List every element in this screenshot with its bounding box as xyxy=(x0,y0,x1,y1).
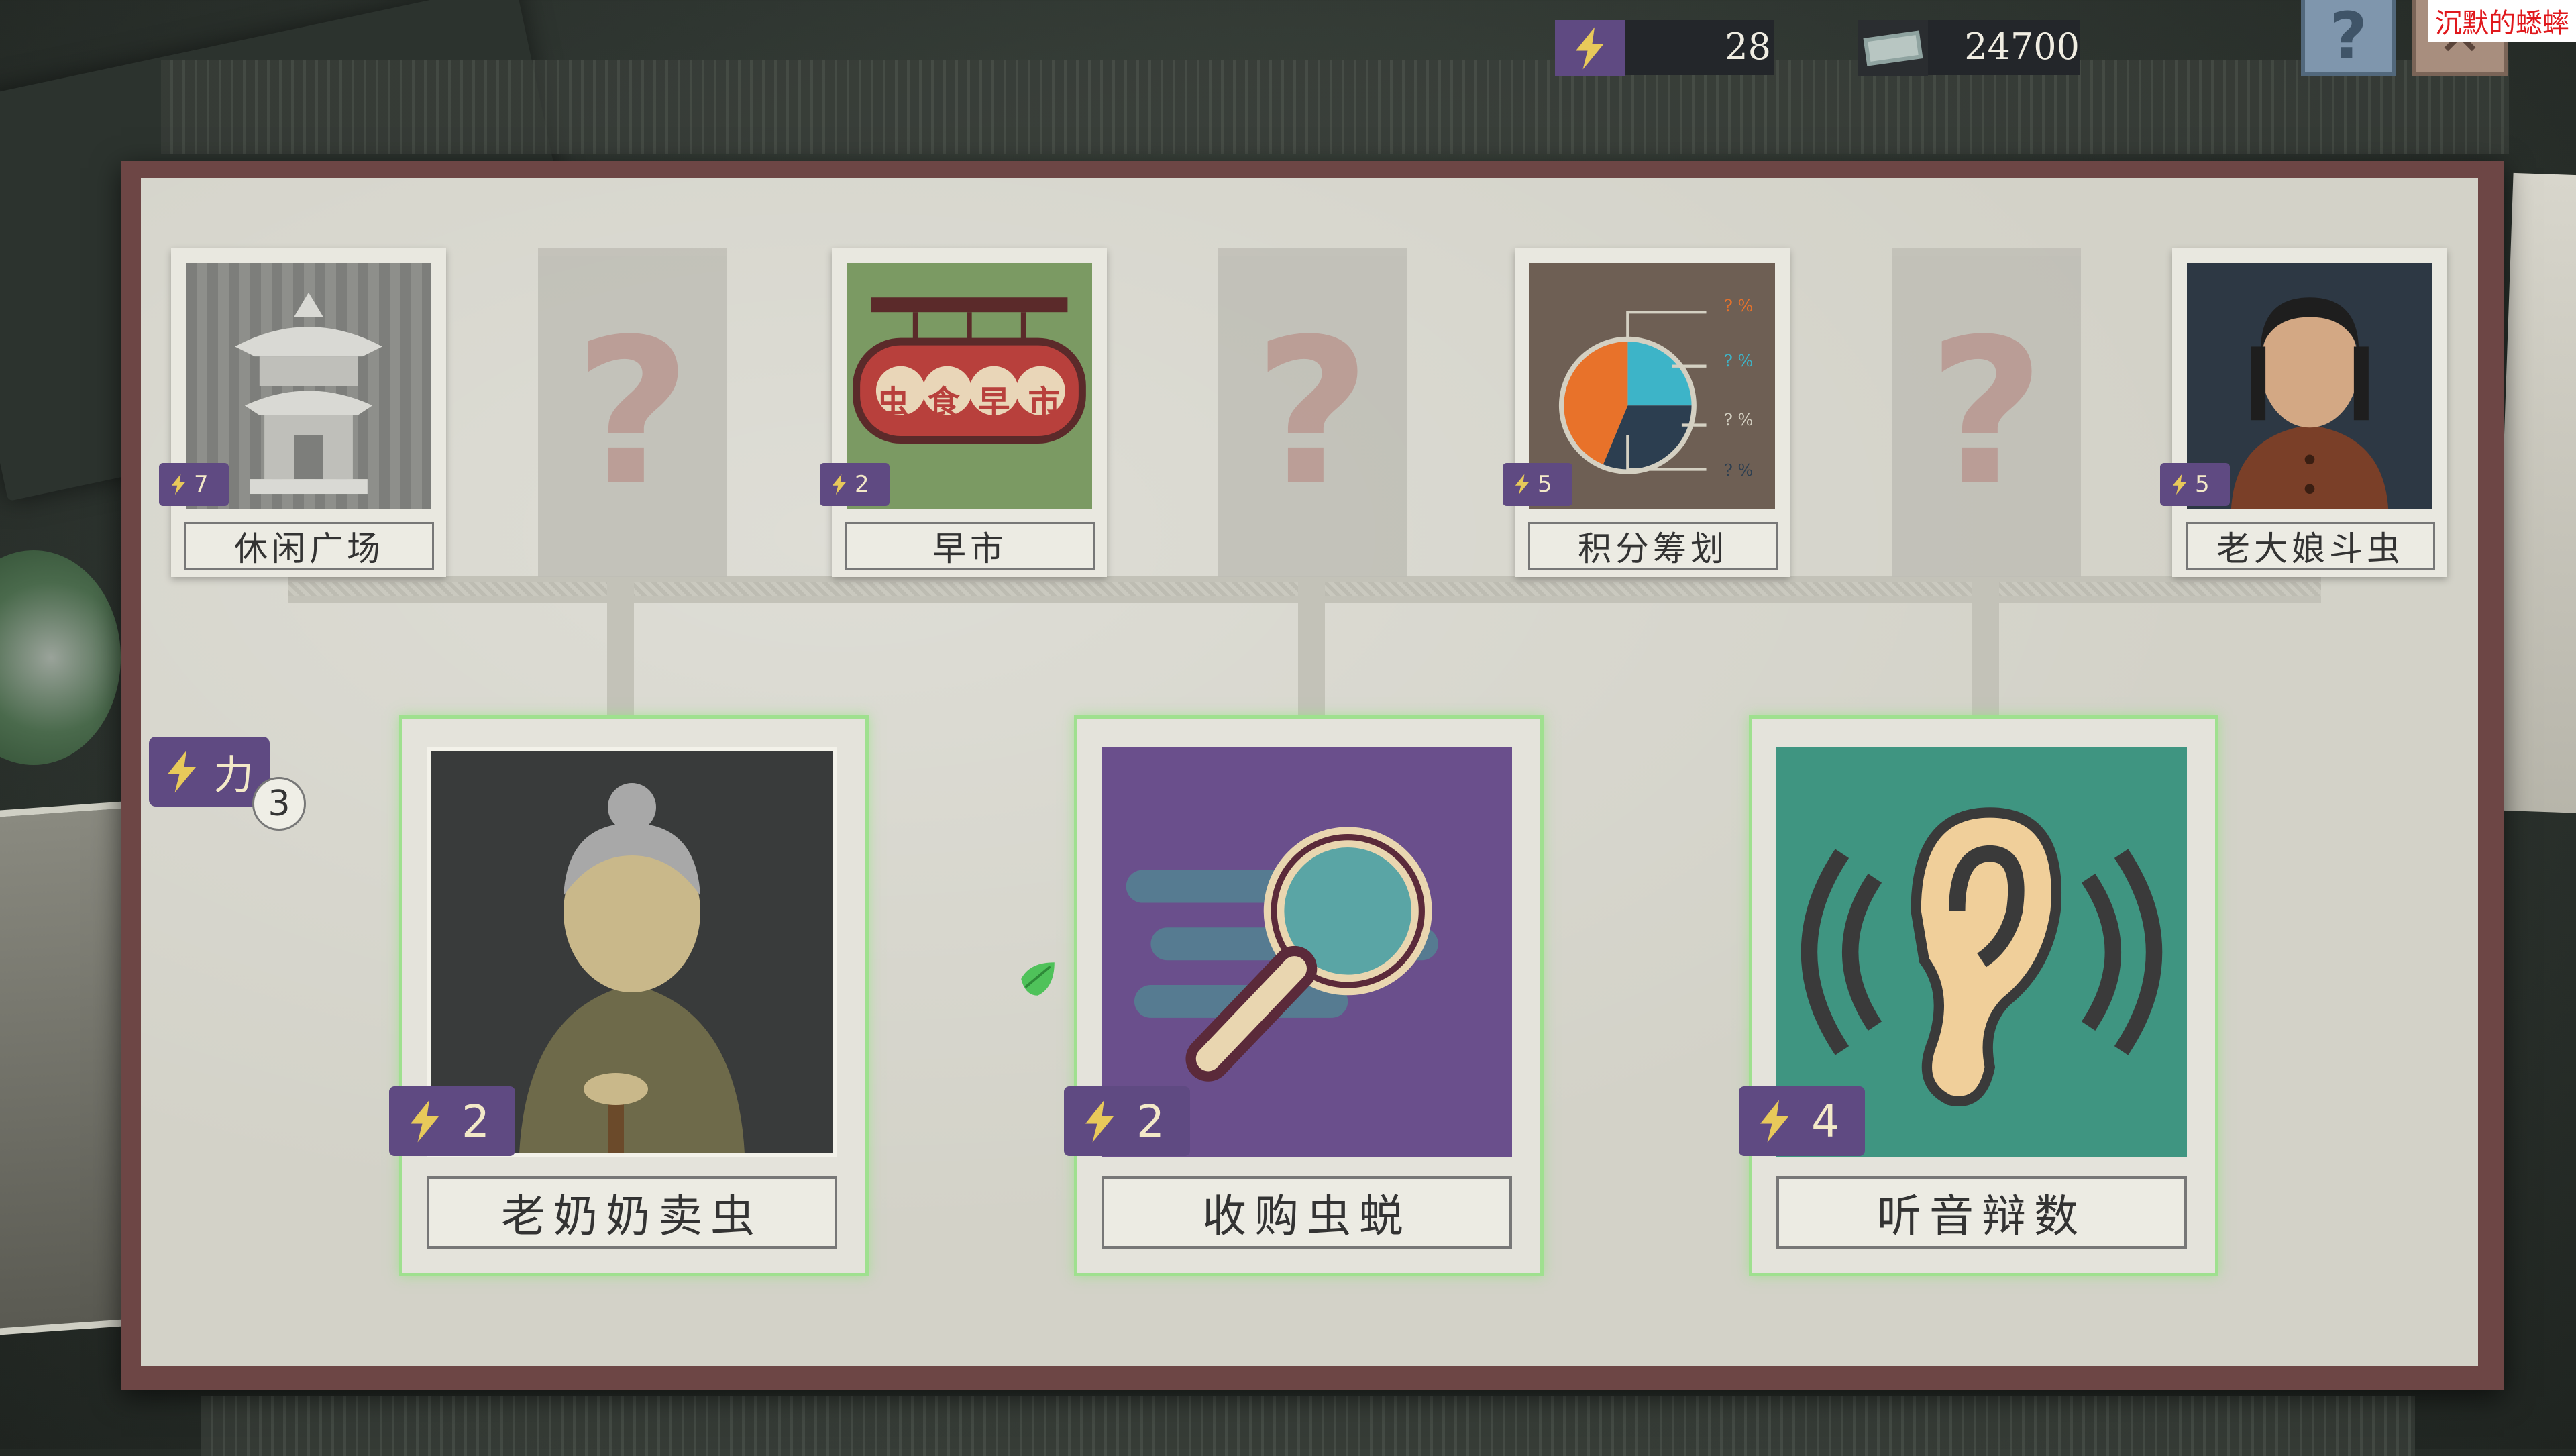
money-value: 24700 xyxy=(1964,25,2080,68)
question-mark-icon: ? xyxy=(1253,295,1371,530)
card-label: 积分筹划 xyxy=(1528,522,1778,570)
tree-connector-drop-3 xyxy=(1972,576,1999,717)
cost-badge: 5 xyxy=(1503,463,1572,506)
bookshelf-bottom xyxy=(201,1396,2415,1456)
lightning-bolt-icon xyxy=(168,750,196,793)
action-card-granny-sells-bugs[interactable]: 2 老奶奶卖虫 xyxy=(389,715,869,1276)
tree-connector-drop-1 xyxy=(607,576,634,717)
cost-value: 7 xyxy=(194,471,209,498)
pie-label: ? % xyxy=(1724,411,1754,429)
alarm-clock xyxy=(0,550,121,765)
cost-badge: 2 xyxy=(389,1086,515,1156)
money-icon xyxy=(1858,20,1928,76)
action-card-buy-molts[interactable]: 2 收购虫蜕 xyxy=(1064,715,1544,1276)
tree-connector-drop-2 xyxy=(1298,576,1325,717)
pie-label: ? % xyxy=(1724,352,1754,370)
side-calendar xyxy=(2491,172,2576,814)
cost-value: 4 xyxy=(1811,1095,1839,1147)
sign-char: 早 xyxy=(977,384,1010,421)
cost-value: 5 xyxy=(1538,471,1552,498)
node-card-old-lady-fight[interactable]: 5 老大娘斗虫 xyxy=(2160,248,2447,577)
cost-badge: 4 xyxy=(1739,1086,1865,1156)
sign-char: 市 xyxy=(1028,384,1061,421)
cost-badge: 5 xyxy=(2160,463,2230,506)
market-sign-text: 虫食早市 xyxy=(868,376,1069,423)
cost-badge: 2 xyxy=(820,463,890,506)
bookshelf-top xyxy=(161,60,2509,154)
sign-char: 虫 xyxy=(877,384,910,421)
cost-value: 2 xyxy=(855,471,869,498)
help-button[interactable]: ? xyxy=(2301,0,2396,76)
node-card-leisure-plaza[interactable]: 7 休闲广场 xyxy=(159,248,446,577)
card-label: 休闲广场 xyxy=(184,522,434,570)
pie-label: ? % xyxy=(1724,297,1754,315)
cost-value: 2 xyxy=(462,1095,490,1147)
question-mark-icon: ? xyxy=(574,295,692,530)
question-mark-icon: ? xyxy=(1927,295,2045,530)
locked-card: ? xyxy=(538,248,727,577)
locked-card: ? xyxy=(1218,248,1407,577)
node-card-morning-market[interactable]: 虫食早市 2 早市 xyxy=(820,248,1107,577)
card-label: 老大娘斗虫 xyxy=(2186,522,2435,570)
lightning-bolt-icon xyxy=(1760,1100,1788,1143)
power-badge: 力 xyxy=(149,737,270,807)
lightning-bolt-icon xyxy=(2172,474,2187,495)
pie-label: ? % xyxy=(1724,461,1754,480)
lightning-bolt-icon xyxy=(1085,1100,1114,1143)
cost-badge: 7 xyxy=(159,463,229,506)
action-card-listen-count[interactable]: 4 听音辩数 xyxy=(1739,715,2218,1276)
card-label: 老奶奶卖虫 xyxy=(427,1176,837,1249)
watermark-text: 沉默的蟋蟀 xyxy=(2428,0,2576,42)
node-card-points-planning[interactable]: ? % ? % ? % ? % 5 积分筹划 xyxy=(1503,248,1790,577)
card-label: 听音辩数 xyxy=(1776,1176,2187,1249)
power-label: 力 xyxy=(213,751,254,799)
cost-badge: 2 xyxy=(1064,1086,1190,1156)
lightning-bolt-icon xyxy=(832,474,847,495)
locked-card: ? xyxy=(1892,248,2081,577)
energy-icon xyxy=(1555,20,1625,76)
sign-char: 食 xyxy=(927,384,960,421)
cost-value: 5 xyxy=(2195,471,2210,498)
cost-value: 2 xyxy=(1136,1095,1165,1147)
card-label: 收购虫蜕 xyxy=(1102,1176,1512,1249)
leaf-cursor-icon xyxy=(1017,958,1059,1000)
card-label: 早市 xyxy=(845,522,1095,570)
energy-value: 28 xyxy=(1725,25,1771,68)
lightning-bolt-icon xyxy=(171,474,186,495)
power-count: 3 xyxy=(252,777,306,831)
lightning-bolt-icon xyxy=(411,1100,439,1143)
lightning-bolt-icon xyxy=(1515,474,1529,495)
